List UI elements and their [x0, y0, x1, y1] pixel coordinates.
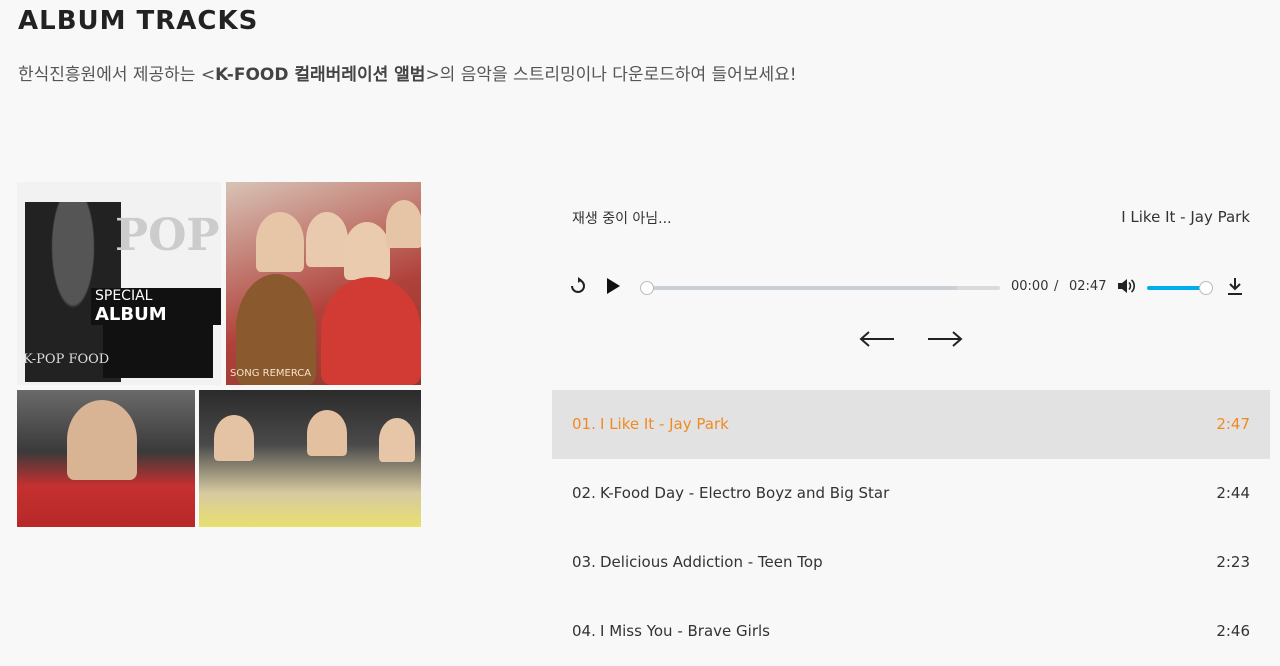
arrow-right-icon[interactable]: [926, 322, 964, 358]
volume-slider[interactable]: [1147, 281, 1213, 295]
play-icon[interactable]: [604, 276, 622, 302]
section-title: ALBUM TRACKS: [18, 6, 259, 36]
cover-pop-text: POP: [115, 210, 220, 261]
download-icon[interactable]: [1226, 276, 1244, 302]
current-time: 00:00: [1011, 279, 1049, 294]
track-name: I Miss You - Brave Girls: [600, 622, 770, 640]
seek-handle[interactable]: [640, 281, 654, 295]
cover-tracklist-box: [103, 320, 213, 378]
player-status: 재생 중이 아님...: [572, 211, 672, 227]
track-name: K-Food Day - Electro Boyz and Big Star: [600, 484, 890, 502]
track-duration: 2:44: [1216, 484, 1250, 502]
album-cover-collage: POP SPECIAL ALBUM K-POP FOOD SONG REMERC…: [17, 182, 421, 527]
track-name: I Like It - Jay Park: [600, 415, 729, 433]
track-duration: 2:47: [1216, 415, 1250, 433]
track-duration: 2:23: [1216, 553, 1250, 571]
track-name: Delicious Addiction - Teen Top: [600, 553, 823, 571]
track-item[interactable]: 02. K-Food Day - Electro Boyz and Big St…: [552, 459, 1270, 528]
track-list: 01. I Like It - Jay Park 2:47 02. K-Food…: [552, 390, 1270, 666]
audio-controls: 00:00 / 02:47: [568, 272, 1258, 302]
volume-handle[interactable]: [1199, 281, 1213, 295]
restart-icon[interactable]: [568, 276, 588, 302]
subtitle-album-name: K-FOOD 컬래버레이션 앨범: [215, 65, 426, 85]
total-time: 02:47: [1069, 279, 1107, 294]
artist-photo-image: [17, 390, 195, 527]
arrow-left-icon[interactable]: [858, 322, 896, 358]
seek-bar[interactable]: [640, 281, 1000, 295]
studio-photo-image: [199, 390, 421, 527]
group-photo-image: SONG REMERCA: [226, 182, 421, 385]
track-number: 01.: [572, 415, 596, 433]
track-item[interactable]: 04. I Miss You - Brave Girls 2:46: [552, 597, 1270, 666]
now-playing-title: I Like It - Jay Park: [1121, 208, 1250, 226]
song-remerca-text: SONG REMERCA: [230, 368, 312, 379]
section-subtitle: 한식진흥원에서 제공하는 <K-FOOD 컬래버레이션 앨범>의 음악을 스트리…: [18, 60, 797, 85]
track-number: 04.: [572, 622, 596, 640]
volume-icon[interactable]: [1116, 276, 1136, 302]
album-cover-image: POP SPECIAL ALBUM K-POP FOOD: [17, 182, 221, 385]
subtitle-text-pre: 한식진흥원에서 제공하는 <: [18, 65, 216, 85]
track-number: 03.: [572, 553, 596, 571]
seek-buffered: [640, 286, 957, 290]
track-item[interactable]: 03. Delicious Addiction - Teen Top 2:23: [552, 528, 1270, 597]
cover-logo-text: K-POP FOOD: [23, 352, 110, 367]
subtitle-text-post: >의 음악을 스트리밍이나 다운로드하여 들어보세요!: [425, 65, 797, 85]
time-separator: /: [1054, 279, 1059, 294]
track-number: 02.: [572, 484, 596, 502]
track-duration: 2:46: [1216, 622, 1250, 640]
track-item[interactable]: 01. I Like It - Jay Park 2:47: [552, 390, 1270, 459]
